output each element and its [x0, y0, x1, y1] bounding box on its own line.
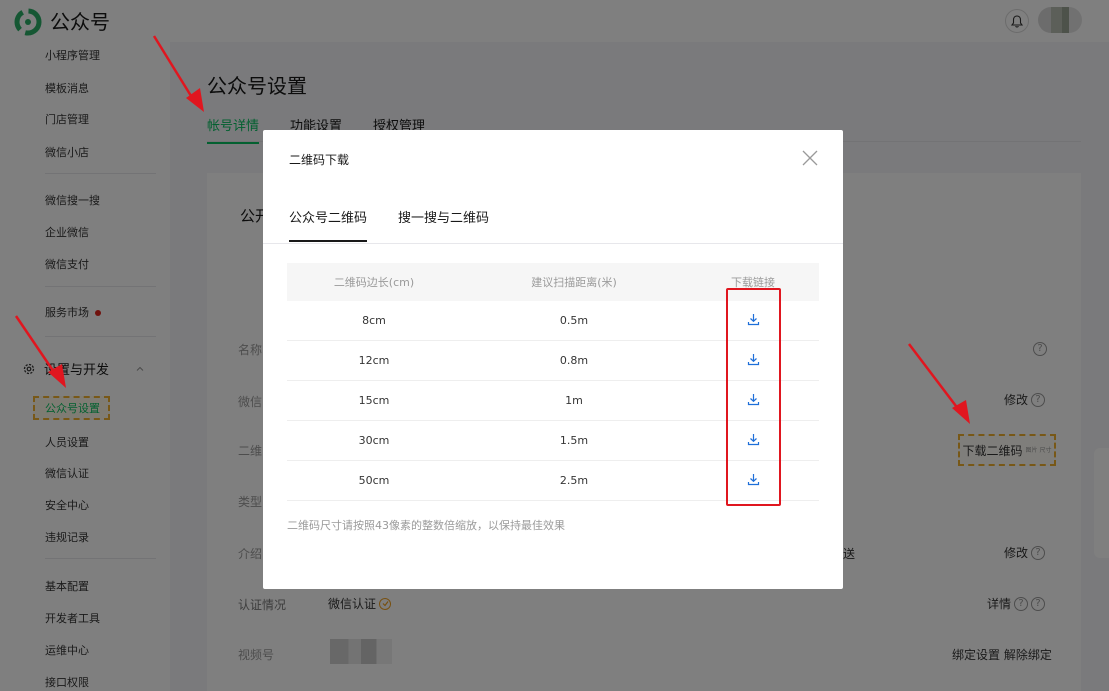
qrcode-scaling-note: 二维码尺寸请按照43像素的整数倍缩放，以保持最佳效果 [287, 519, 565, 532]
cell-distance: 0.5m [559, 314, 589, 327]
download-column-highlight [726, 288, 781, 506]
cell-distance: 1.5m [559, 434, 589, 447]
tab-account-qrcode[interactable]: 公众号二维码 [289, 207, 368, 242]
column-header-distance: 建议扫描距离(米) [531, 276, 617, 289]
tab-divider [263, 243, 843, 244]
cell-size: 50cm [358, 474, 390, 487]
column-header-size: 二维码边长(cm) [333, 276, 415, 289]
cell-size: 15cm [358, 394, 390, 407]
tab-search-qrcode[interactable]: 搜一搜与二维码 [398, 207, 489, 240]
cell-size: 30cm [358, 434, 390, 447]
cell-size: 8cm [362, 314, 386, 327]
cell-distance: 0.8m [559, 354, 589, 367]
close-icon[interactable] [802, 150, 818, 166]
cell-distance: 1m [565, 394, 583, 407]
cell-size: 12cm [358, 354, 390, 367]
cell-distance: 2.5m [559, 474, 589, 487]
dialog-title: 二维码下载 [289, 153, 350, 167]
